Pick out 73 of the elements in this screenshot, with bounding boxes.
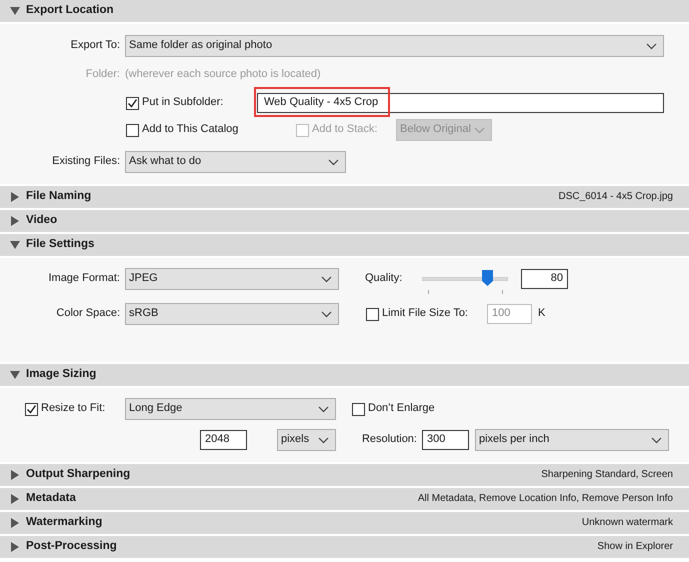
field-label: Folder: — [84, 68, 121, 82]
chevron-down-icon — [646, 42, 657, 50]
field-label: Color Space: — [55, 307, 121, 321]
section-header[interactable]: Export Location — [0, 0, 689, 22]
section-header[interactable]: Post-Processing Show in Explorer — [0, 536, 689, 558]
section-header[interactable]: Image Sizing — [0, 364, 689, 386]
section-summary: DSC_6014 - 4x5 Crop.jpg — [558, 191, 673, 203]
section-summary: Show in Explorer — [597, 541, 673, 553]
collapsed-triangle-icon — [10, 216, 20, 226]
tick-mark — [428, 290, 429, 294]
section-header[interactable]: File Naming DSC_6014 - 4x5 Crop.jpg — [0, 186, 689, 208]
dropdown[interactable]: Long Edge — [125, 398, 336, 420]
collapsed-triangle-icon — [10, 470, 20, 480]
dropdown[interactable]: pixels — [277, 429, 336, 451]
section-header[interactable]: File Settings — [0, 234, 689, 256]
section-summary: All Metadata, Remove Location Info, Remove Person Info — [418, 493, 673, 505]
checkbox[interactable] — [352, 402, 365, 416]
section-title: Watermarking — [26, 516, 102, 530]
dropdown[interactable]: JPEG — [125, 268, 339, 290]
section-title: File Naming — [26, 190, 92, 204]
section-title: Output Sharpening — [26, 468, 130, 482]
collapsed-triangle-icon — [10, 518, 20, 528]
dropdown[interactable]: pixels per inch — [475, 429, 669, 451]
checkbox-label: Don’t Enlarge — [368, 402, 435, 416]
checkbox-label: Put in Subfolder: — [142, 96, 224, 110]
dropdown[interactable]: Same folder as original photo — [125, 35, 664, 57]
dropdown[interactable]: Ask what to do — [125, 151, 346, 173]
chevron-down-icon — [321, 310, 332, 318]
section-header[interactable]: Watermarking Unknown watermark — [0, 512, 689, 534]
unit-label: K — [538, 307, 546, 321]
expanded-triangle-icon — [10, 370, 20, 380]
checkbox[interactable] — [126, 96, 139, 110]
section-summary: Sharpening Standard, Screen — [541, 469, 673, 481]
chevron-down-icon — [318, 436, 329, 444]
field-label: Existing Files: — [51, 155, 121, 169]
expanded-triangle-icon — [10, 6, 20, 16]
input-field[interactable]: 300 — [422, 430, 469, 450]
chevron-down-icon — [321, 276, 332, 282]
section-title: Video — [26, 214, 58, 228]
section-title: Export Location — [26, 4, 114, 18]
checkbox-label: Add to Stack: — [312, 123, 378, 137]
section-title: File Settings — [26, 238, 94, 252]
input-field[interactable]: 2048 — [200, 430, 247, 450]
input-field[interactable]: 80 — [521, 269, 568, 289]
checkbox-label: Resize to Fit: — [41, 402, 106, 416]
chevron-down-icon — [474, 126, 485, 134]
section-header[interactable]: Metadata All Metadata, Remove Location Info, Remove Person Info — [0, 488, 689, 510]
collapsed-triangle-icon — [10, 494, 20, 504]
input-field[interactable]: Web Quality - 4x5 Crop — [257, 93, 664, 113]
section-title: Post-Processing — [26, 540, 117, 554]
chevron-down-icon — [318, 406, 329, 412]
folder-path: (wherever each source photo is located) — [125, 68, 321, 82]
section-title: Image Sizing — [26, 368, 96, 382]
checkbox-label: Add to This Catalog — [142, 123, 240, 137]
slider-thumb[interactable] — [482, 270, 494, 286]
field-label: Export To: — [70, 39, 121, 53]
checkbox[interactable] — [25, 402, 38, 416]
field-label: Quality: — [365, 272, 404, 286]
collapsed-triangle-icon — [10, 542, 20, 552]
collapsed-triangle-icon — [10, 192, 20, 202]
tick-mark — [502, 290, 503, 294]
section-header[interactable]: Output Sharpening Sharpening Standard, Screen — [0, 464, 689, 486]
dropdown[interactable]: sRGB — [125, 303, 339, 325]
expanded-triangle-icon — [10, 240, 20, 250]
field-label: Resolution: — [360, 433, 418, 447]
field-label: Image Format: — [47, 272, 121, 286]
section-header[interactable]: Video — [0, 210, 689, 232]
section-title: Metadata — [26, 492, 76, 506]
chevron-down-icon — [328, 158, 339, 166]
chevron-down-icon — [651, 436, 662, 444]
section-summary: Unknown watermark — [582, 517, 673, 529]
checkbox[interactable] — [126, 124, 139, 136]
checkbox-label: Limit File Size To: — [382, 307, 469, 321]
